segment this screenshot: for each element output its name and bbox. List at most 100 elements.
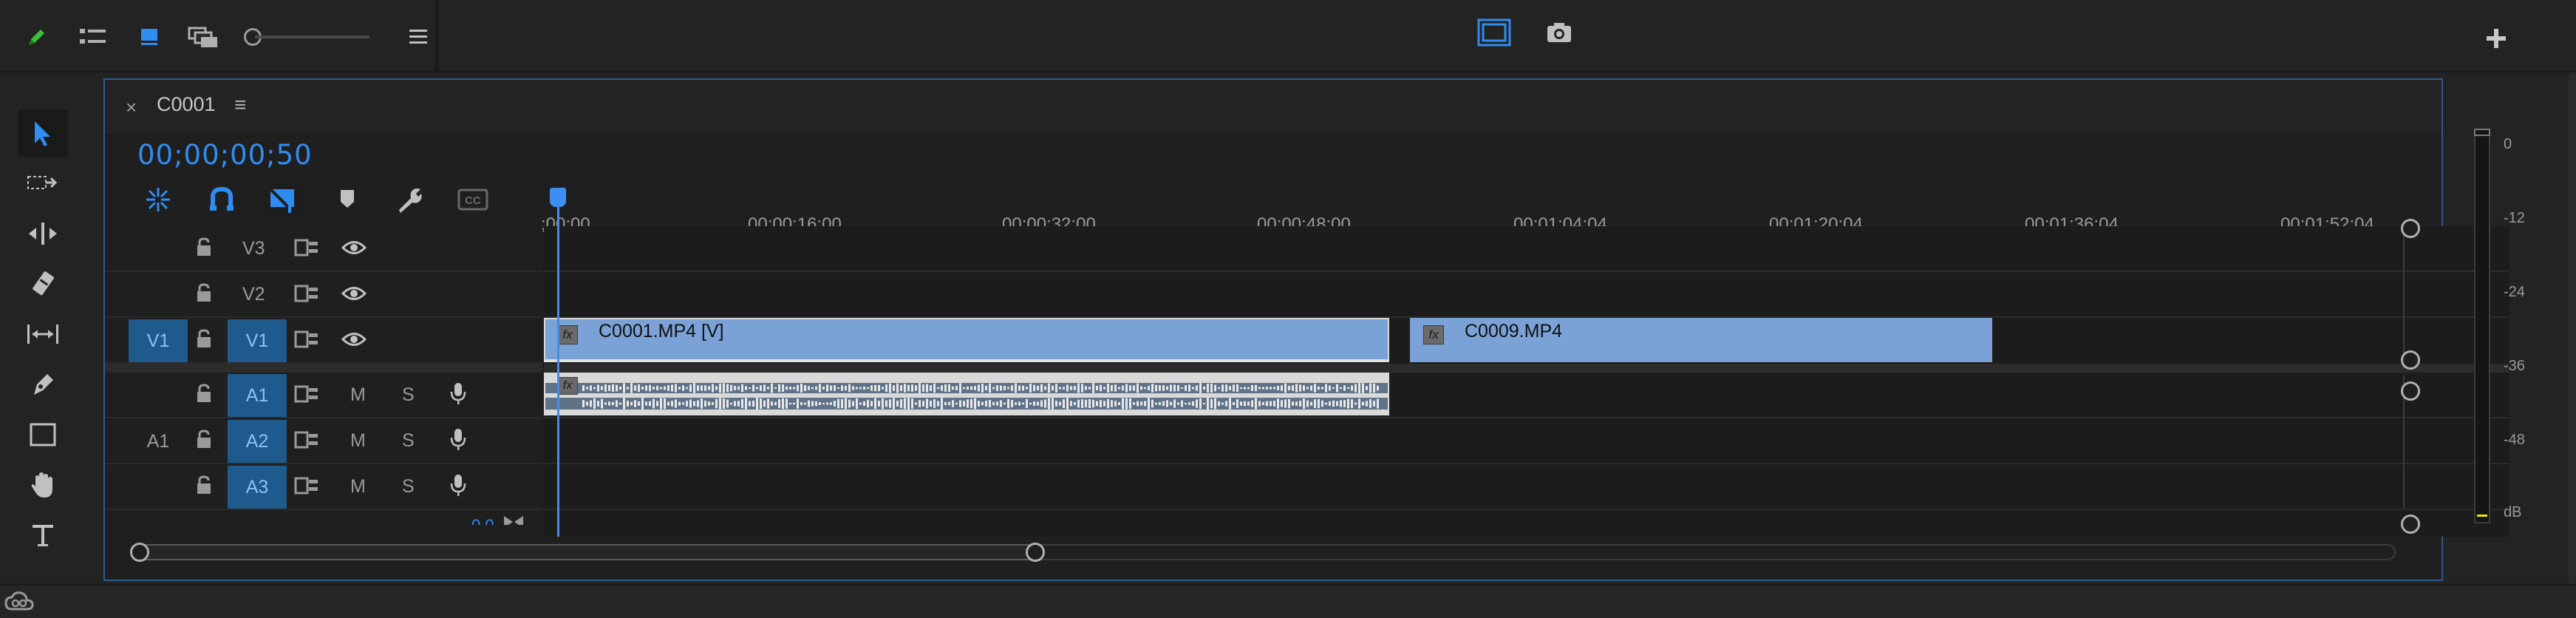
track-select-tool-icon[interactable] <box>18 160 68 207</box>
waveform-peak <box>1137 383 1139 393</box>
linked-selection-icon[interactable] <box>201 180 242 219</box>
icon-view-icon[interactable] <box>130 19 168 55</box>
playhead-line[interactable] <box>557 197 559 537</box>
hscroll-knob-right[interactable] <box>1026 543 1045 562</box>
waveform-peak <box>1170 401 1172 406</box>
snap-icon[interactable] <box>137 180 179 219</box>
fx-badge[interactable]: fx <box>557 325 578 344</box>
vscroll-knob-top[interactable] <box>2401 219 2420 238</box>
lock-icon[interactable] <box>195 475 213 495</box>
selection-tool-icon[interactable] <box>18 109 68 157</box>
marker-icon[interactable] <box>327 180 368 219</box>
microphone-icon[interactable] <box>449 473 467 498</box>
sync-lock-icon[interactable] <box>294 384 319 404</box>
track-target-a3[interactable]: A3 <box>228 466 287 509</box>
add-marker-icon[interactable] <box>262 180 303 219</box>
track-name[interactable]: V3 <box>242 238 265 259</box>
waveform-peak <box>701 398 703 409</box>
waveform-peak <box>941 385 943 391</box>
razor-tool-icon[interactable] <box>18 260 68 308</box>
waveform-peak <box>1173 399 1176 408</box>
fx-badge[interactable]: fx <box>1423 325 1444 344</box>
waveform-peak <box>1029 402 1032 405</box>
lock-icon[interactable] <box>195 429 213 449</box>
playhead-handle[interactable] <box>550 188 566 207</box>
mute-button[interactable]: M <box>350 384 366 406</box>
tracks-area[interactable]: fx C0001.MP4 [V] fx C0009.MP4 fx <box>544 197 2509 537</box>
camera-icon[interactable] <box>1540 15 1578 50</box>
waveform-peak <box>749 401 751 407</box>
pen-tool-icon[interactable] <box>18 361 68 408</box>
freeform-view-icon[interactable] <box>185 19 223 55</box>
lock-icon[interactable] <box>195 383 213 404</box>
waveform-peak <box>1332 387 1335 390</box>
type-tool-icon[interactable] <box>18 512 68 559</box>
waveform-peak <box>778 384 780 393</box>
video-clip[interactable]: fx C0001.MP4 [V] <box>544 318 1389 362</box>
mute-button[interactable]: M <box>350 476 366 498</box>
track-target-v1[interactable]: V1 <box>228 319 287 362</box>
video-clip[interactable]: fx C0009.MP4 <box>1410 318 1992 362</box>
fx-badge[interactable]: fx <box>557 377 578 395</box>
creative-cloud-icon[interactable] <box>4 590 34 615</box>
waveform-peak <box>922 401 924 407</box>
wrench-icon[interactable] <box>389 180 430 219</box>
track-target-a1[interactable]: A1 <box>228 374 287 417</box>
waveform-peak <box>1321 400 1323 407</box>
microphone-icon[interactable] <box>449 381 467 407</box>
video-vscroll[interactable] <box>2403 228 2419 368</box>
rectangle-tool-icon[interactable] <box>18 411 68 458</box>
sequence-tab[interactable]: C0001 <box>157 93 216 116</box>
microphone-icon[interactable] <box>449 427 467 452</box>
waveform-peak <box>1081 399 1083 408</box>
horizontal-scroll-thumb[interactable] <box>134 544 1036 560</box>
vscroll-knob-bottom[interactable] <box>2401 350 2420 370</box>
vscroll-knob-top[interactable] <box>2401 381 2420 401</box>
waveform-peak <box>1000 385 1002 391</box>
solo-button[interactable]: S <box>402 430 415 452</box>
pencil-icon[interactable] <box>18 19 56 55</box>
eye-icon[interactable] <box>341 331 367 347</box>
source-patch-a1[interactable]: A1 <box>129 420 188 463</box>
solo-button[interactable]: S <box>402 384 415 406</box>
master-volume-value[interactable]: 0.0 <box>471 516 494 525</box>
slip-tool-icon[interactable] <box>18 310 68 358</box>
captions-icon[interactable]: CC <box>452 180 494 219</box>
sync-lock-icon[interactable] <box>294 430 319 449</box>
audio-waveform <box>545 383 1388 410</box>
eye-icon[interactable] <box>341 285 367 302</box>
vscroll-knob-bottom[interactable] <box>2401 515 2420 534</box>
track-name[interactable]: V2 <box>242 284 265 305</box>
lock-icon[interactable] <box>195 328 213 349</box>
video-audio-divider[interactable] <box>105 364 542 373</box>
lock-icon[interactable] <box>195 237 213 257</box>
track-target-a2[interactable]: A2 <box>228 420 287 463</box>
mute-button[interactable]: M <box>350 430 366 452</box>
hscroll-knob-left[interactable] <box>130 543 149 562</box>
hand-tool-icon[interactable] <box>18 461 68 509</box>
add-icon[interactable] <box>2477 21 2515 56</box>
playhead-timecode[interactable]: 00;00;00;50 <box>137 139 313 171</box>
sync-lock-icon[interactable] <box>294 238 319 257</box>
waveform-peak <box>1362 383 1364 393</box>
sync-lock-icon[interactable] <box>294 284 319 303</box>
list-view-icon[interactable] <box>74 19 112 55</box>
waveform-peak <box>1351 399 1353 408</box>
close-tab-button[interactable]: × <box>126 96 137 119</box>
waveform-peak <box>1244 387 1246 390</box>
solo-button[interactable]: S <box>402 476 415 498</box>
panel-menu-icon[interactable] <box>399 19 437 55</box>
audio-clip[interactable]: fx <box>544 373 1389 415</box>
lock-icon[interactable] <box>195 282 213 303</box>
zoom-slider-track[interactable] <box>255 35 369 38</box>
master-jump-icon[interactable] <box>502 515 525 525</box>
sequence-menu-icon[interactable]: ≡ <box>234 93 246 117</box>
source-patch-v1[interactable]: V1 <box>129 319 188 362</box>
eye-icon[interactable] <box>341 240 367 256</box>
ripple-edit-tool-icon[interactable] <box>18 210 68 257</box>
sync-lock-icon[interactable] <box>294 476 319 495</box>
waveform-peak <box>870 385 873 391</box>
program-monitor-icon[interactable] <box>1475 15 1513 50</box>
clip-indicator[interactable] <box>2474 129 2490 136</box>
sync-lock-icon[interactable] <box>294 330 319 349</box>
